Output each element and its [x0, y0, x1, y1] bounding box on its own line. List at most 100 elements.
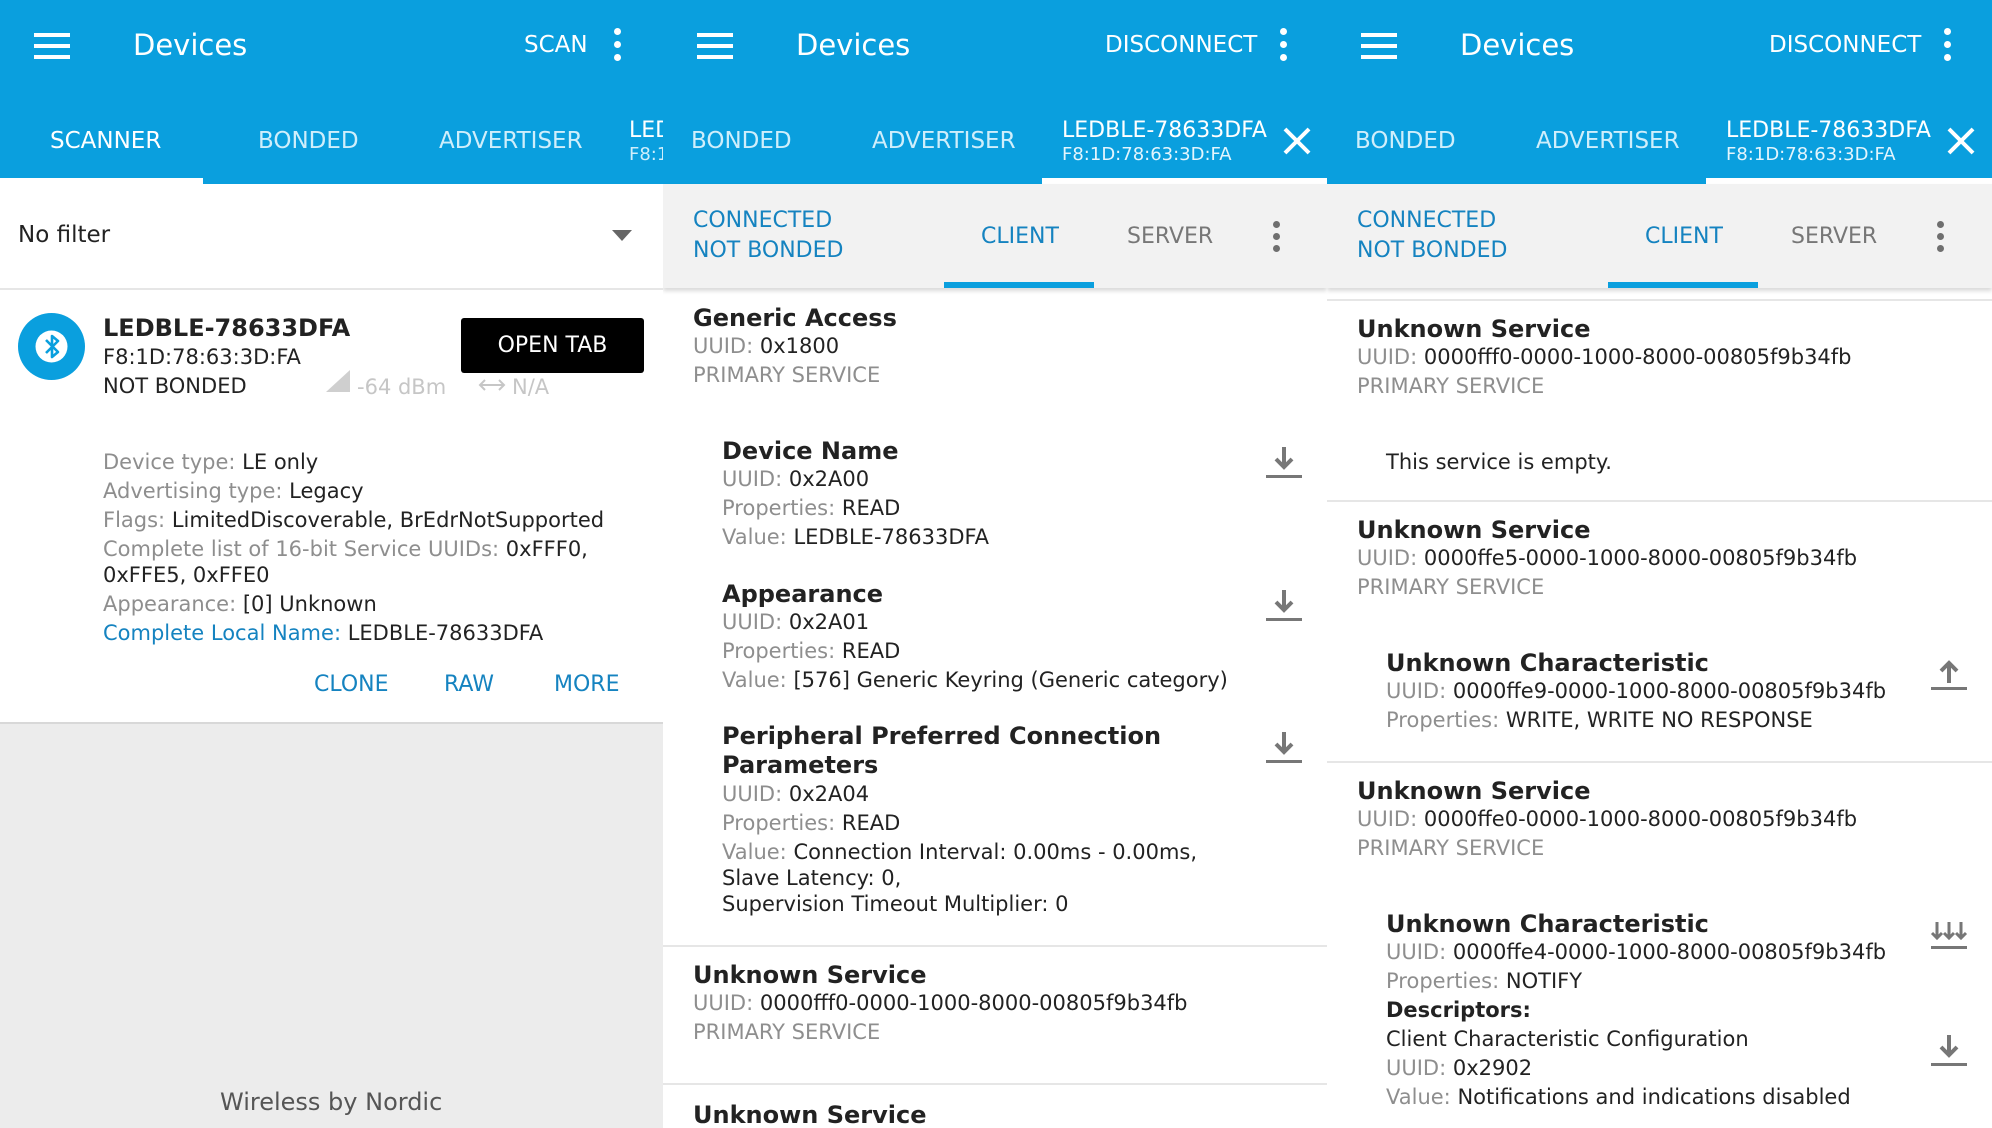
- overflow-icon[interactable]: [1942, 28, 1952, 62]
- connection-bar: CONNECTED NOT BONDED CLIENT SERVER: [1327, 184, 1992, 288]
- characteristic-name: Unknown Characteristic: [1386, 649, 1709, 677]
- close-icon[interactable]: [1283, 127, 1311, 155]
- service-name[interactable]: Unknown Service: [693, 1101, 927, 1128]
- tab-device-name[interactable]: LEDBLE-78633DFA: [1062, 118, 1267, 143]
- disconnect-button[interactable]: DISCONNECT: [1769, 32, 1921, 58]
- divider: [663, 1083, 1327, 1085]
- interval-icon: [478, 379, 506, 391]
- tab-client[interactable]: CLIENT: [981, 224, 1059, 249]
- device-card[interactable]: LEDBLE-78633DFA F8:1D:78:63:3D:FA NOT BO…: [0, 290, 663, 723]
- characteristic-uuid: UUID: 0000ffe4-0000-1000-8000-00805f9b34…: [1386, 940, 1887, 964]
- characteristic-uuid: UUID: 0x2A04: [722, 782, 870, 806]
- tab-advertiser[interactable]: ADVERTISER: [1536, 128, 1680, 154]
- device-type-row: Device type: LE only: [103, 450, 319, 474]
- dropdown-icon[interactable]: [612, 230, 632, 242]
- scan-button[interactable]: SCAN: [524, 32, 588, 58]
- service-type: PRIMARY SERVICE: [1357, 575, 1545, 599]
- client-tab-indicator: [1608, 282, 1758, 288]
- tab-device-mac-partial: F8:1: [629, 144, 663, 165]
- appearance-row: Appearance: [0] Unknown: [103, 592, 377, 616]
- download-icon[interactable]: [1264, 445, 1304, 481]
- download-icon[interactable]: [1264, 588, 1304, 624]
- characteristic-uuid: UUID: 0000ffe9-0000-1000-8000-00805f9b34…: [1386, 679, 1887, 703]
- service-name: Unknown Service: [1357, 516, 1591, 544]
- service-unknown[interactable]: Unknown Service UUID: 0000fff0-0000-1000…: [663, 947, 1327, 1083]
- tab-device-name[interactable]: LEDBLE-78633DFA: [1726, 118, 1931, 143]
- service-unknown[interactable]: Unknown Service UUID: 0000fff0-0000-1000…: [1327, 301, 1992, 500]
- tab-bonded[interactable]: BONDED: [258, 128, 359, 154]
- service-type: PRIMARY SERVICE: [1357, 374, 1545, 398]
- descriptors-heading: Descriptors:: [1386, 998, 1531, 1022]
- bluetooth-icon: [18, 313, 85, 380]
- tab-scanner[interactable]: SCANNER: [50, 128, 161, 154]
- tab-advertiser[interactable]: ADVERTISER: [439, 128, 583, 154]
- connection-status: CONNECTED: [1357, 208, 1497, 233]
- characteristic-name: Appearance: [722, 580, 884, 608]
- tab-client[interactable]: CLIENT: [1645, 224, 1723, 249]
- characteristic-value: Value: LEDBLE-78633DFA: [722, 525, 990, 549]
- overflow-icon[interactable]: [1935, 221, 1945, 255]
- tab-server[interactable]: SERVER: [1127, 224, 1213, 249]
- connection-status: CONNECTED: [693, 208, 833, 233]
- bond-status: NOT BONDED: [693, 238, 844, 263]
- disconnect-button[interactable]: DISCONNECT: [1105, 32, 1257, 58]
- service-name: Generic Access: [693, 304, 897, 332]
- tab-server[interactable]: SERVER: [1791, 224, 1877, 249]
- device-name: LEDBLE-78633DFA: [103, 314, 351, 342]
- notify-icon[interactable]: [1929, 918, 1969, 954]
- service-uuid: UUID: 0x1800: [693, 334, 840, 358]
- overflow-icon[interactable]: [612, 28, 622, 62]
- service-uuid: UUID: 0000fff0-0000-1000-8000-00805f9b34…: [1357, 345, 1852, 369]
- raw-button[interactable]: RAW: [444, 672, 494, 697]
- clone-button[interactable]: CLONE: [314, 672, 389, 697]
- characteristic-value: Value: [576] Generic Keyring (Generic ca…: [722, 668, 1228, 692]
- characteristic-properties: Properties: READ: [722, 496, 901, 520]
- service-unknown[interactable]: Unknown Service UUID: 0000ffe0-0000-1000…: [1327, 763, 1992, 1128]
- signal-icon: [326, 370, 350, 392]
- characteristic-value-cont: Supervision Timeout Multiplier: 0: [722, 892, 1069, 916]
- overflow-icon[interactable]: [1278, 28, 1288, 62]
- filter-bar[interactable]: No filter: [0, 184, 663, 288]
- upload-icon[interactable]: [1929, 657, 1969, 693]
- empty-service-text: This service is empty.: [1386, 450, 1612, 474]
- flags-row: Flags: LimitedDiscoverable, BrEdrNotSupp…: [103, 508, 605, 532]
- app-bar: Devices DISCONNECT BONDED ADVERTISER LED…: [663, 0, 1327, 184]
- menu-icon[interactable]: [697, 33, 733, 59]
- tab-device-mac: F8:1D:78:63:3D:FA: [1062, 144, 1232, 165]
- service-type: PRIMARY SERVICE: [693, 1020, 881, 1044]
- more-button[interactable]: MORE: [554, 672, 619, 697]
- tab-advertiser[interactable]: ADVERTISER: [872, 128, 1016, 154]
- filter-label: No filter: [18, 222, 111, 248]
- service-generic-access[interactable]: Generic Access UUID: 0x1800 PRIMARY SERV…: [663, 290, 1327, 944]
- overflow-icon[interactable]: [1271, 221, 1281, 255]
- app-bar: Devices SCAN SCANNER BONDED ADVERTISER L…: [0, 0, 663, 184]
- tab-bonded[interactable]: BONDED: [1355, 128, 1456, 154]
- app-bar: Devices DISCONNECT BONDED ADVERTISER LED…: [1327, 0, 1992, 184]
- service-name: Unknown Service: [1357, 315, 1591, 343]
- tab-device-mac: F8:1D:78:63:3D:FA: [1726, 144, 1896, 165]
- connection-bar: CONNECTED NOT BONDED CLIENT SERVER: [663, 184, 1327, 288]
- service-name: Unknown Service: [1357, 777, 1591, 805]
- download-icon[interactable]: [1929, 1033, 1969, 1069]
- download-icon[interactable]: [1264, 730, 1304, 766]
- tab-bonded[interactable]: BONDED: [691, 128, 792, 154]
- characteristic-name-cont: Parameters: [722, 751, 879, 779]
- app-title: Devices: [1460, 28, 1575, 62]
- client-screen-2: Devices DISCONNECT BONDED ADVERTISER LED…: [1327, 0, 1992, 1128]
- close-icon[interactable]: [1947, 127, 1975, 155]
- interval-value: N/A: [512, 375, 550, 399]
- service-uuid: UUID: 0000fff0-0000-1000-8000-00805f9b34…: [693, 991, 1188, 1015]
- characteristic-uuid: UUID: 0x2A01: [722, 610, 870, 634]
- service-name: Unknown Service: [693, 961, 927, 989]
- service-unknown[interactable]: Unknown Service UUID: 0000ffe5-0000-1000…: [1327, 502, 1992, 761]
- rssi-value: -64 dBm: [357, 375, 447, 399]
- characteristic-properties: Properties: READ: [722, 811, 901, 835]
- app-title: Devices: [796, 28, 911, 62]
- service-type: PRIMARY SERVICE: [1357, 836, 1545, 860]
- local-name-row: Complete Local Name: LEDBLE-78633DFA: [103, 621, 544, 645]
- tab-device-partial[interactable]: LED: [629, 118, 663, 143]
- menu-icon[interactable]: [1361, 33, 1397, 59]
- menu-icon[interactable]: [34, 33, 70, 59]
- adv-type-row: Advertising type: Legacy: [103, 479, 364, 503]
- open-tab-button[interactable]: OPEN TAB: [461, 318, 644, 373]
